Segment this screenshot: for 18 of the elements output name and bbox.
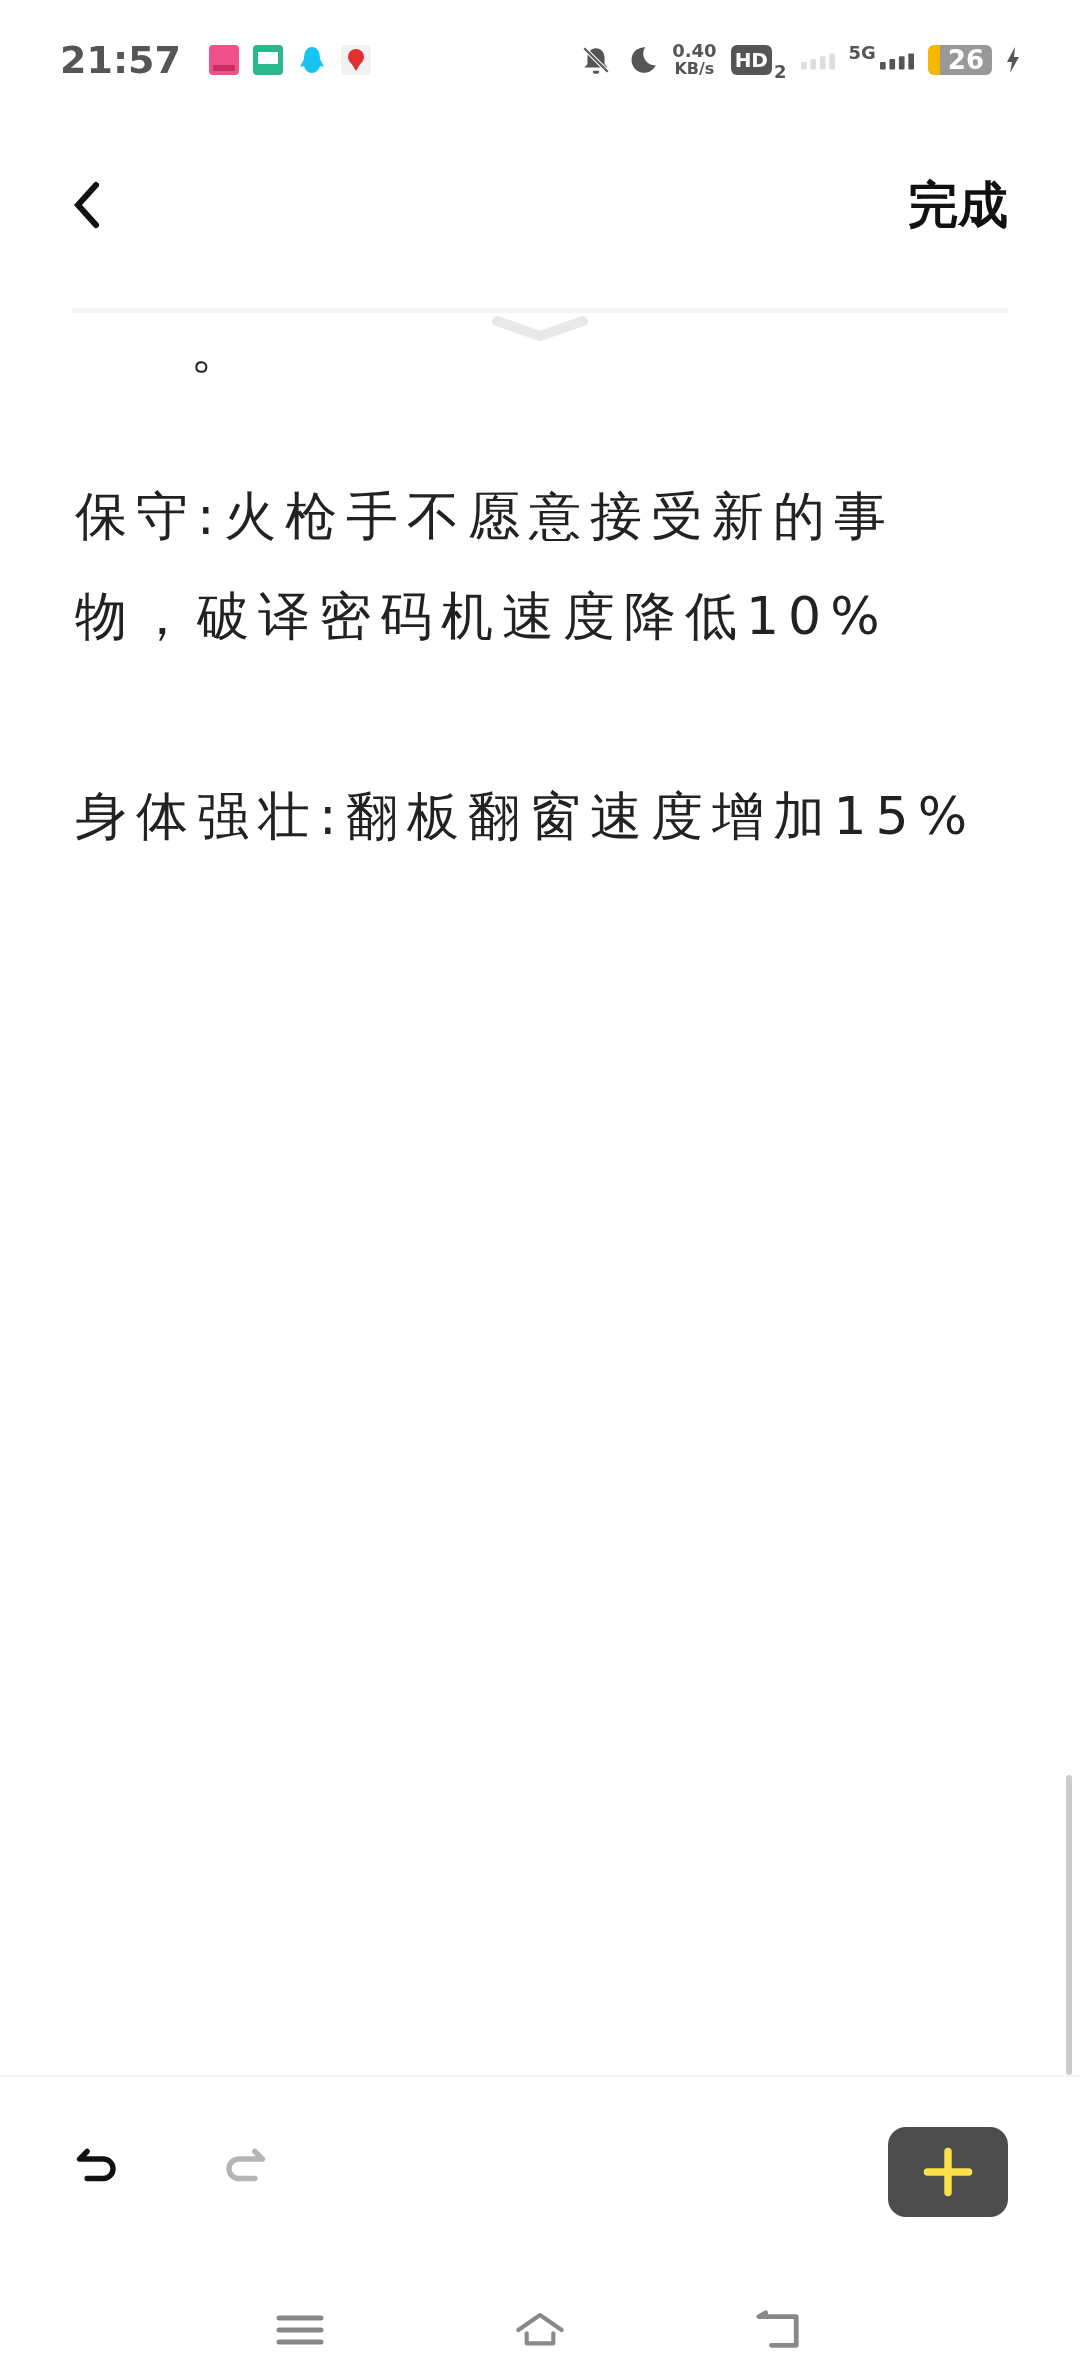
signal-icon: [800, 50, 835, 70]
notification-icon: [252, 45, 283, 75]
note-paragraph: 保守:火枪手不愿意接受新的事物，破译密码机速度降低10%: [75, 485, 896, 648]
signal-icon: [879, 50, 914, 70]
network-type: 5G: [848, 41, 876, 63]
hd-badge: HD: [730, 45, 772, 75]
clock-time: 21:57: [60, 38, 181, 82]
network-speed: 0.40: [672, 42, 717, 60]
add-button[interactable]: [888, 2127, 1008, 2217]
done-button[interactable]: 完成: [908, 171, 1008, 239]
speed-unit: KB/s: [674, 60, 715, 78]
notification-icon: [208, 45, 239, 75]
hd-sim-number: 2: [773, 61, 787, 82]
battery-level: 26: [927, 45, 992, 75]
note-text: 。: [190, 341, 250, 379]
note-paragraph: 身体强壮:翻板翻窗速度增加15%: [75, 785, 978, 848]
map-pin-icon: [340, 45, 371, 75]
back-icon[interactable]: [72, 180, 102, 230]
